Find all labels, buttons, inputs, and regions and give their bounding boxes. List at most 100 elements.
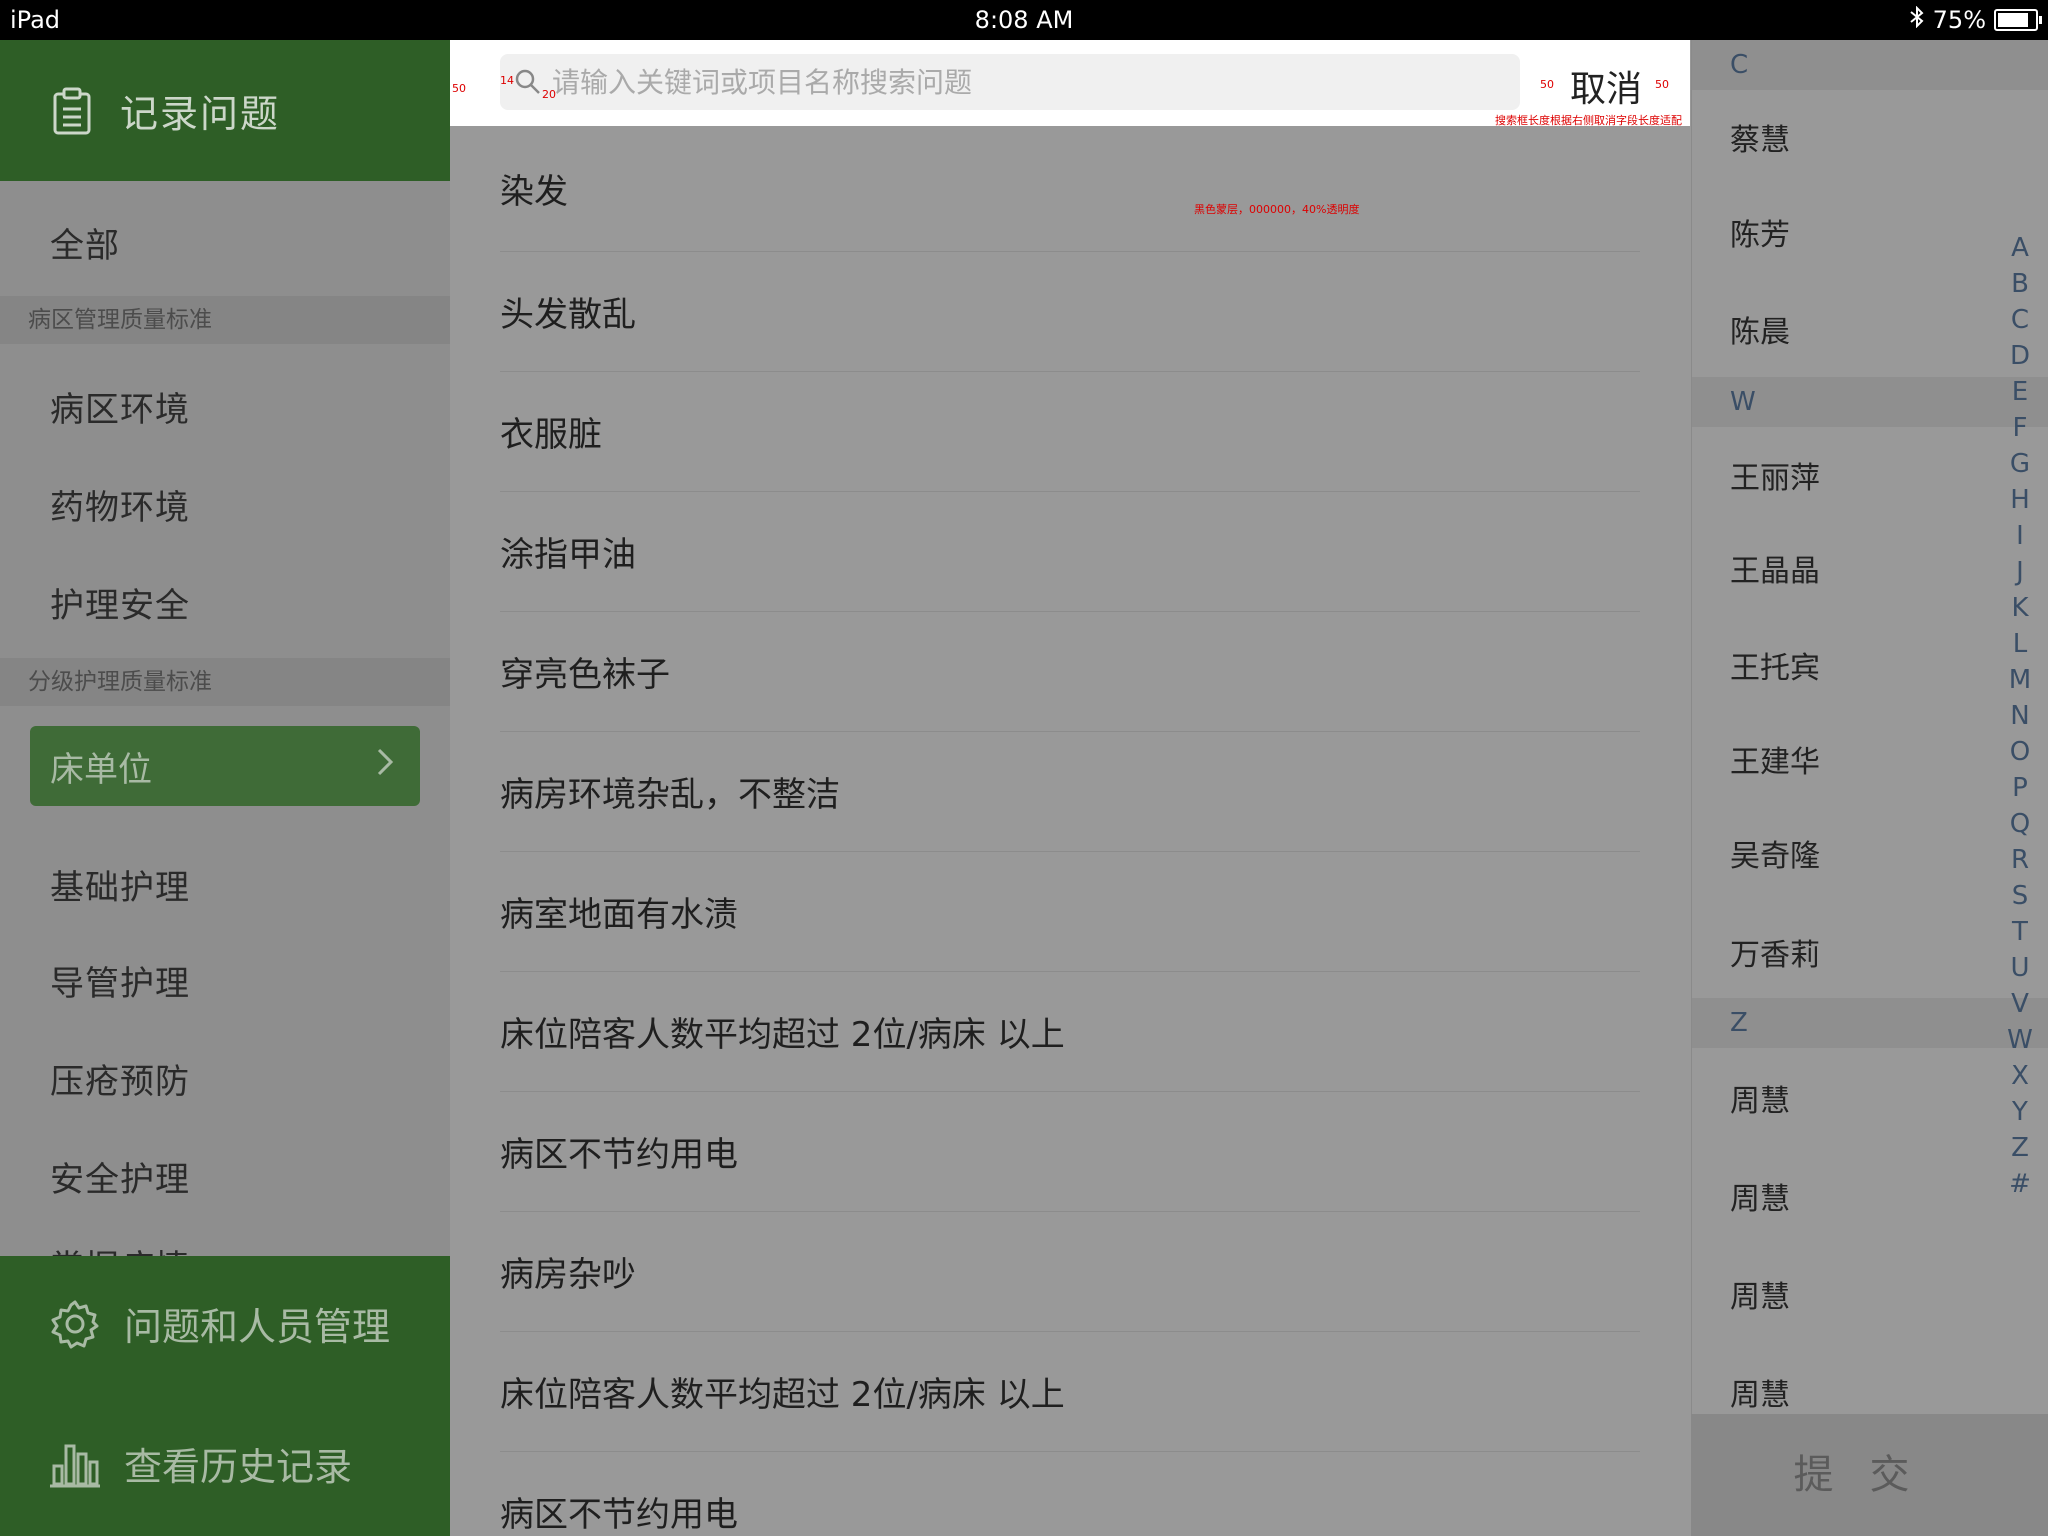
list-item[interactable]: 病区不节约用电: [500, 1092, 1640, 1212]
list-item[interactable]: 病房杂吵: [500, 1212, 1640, 1332]
search-field[interactable]: [500, 54, 1520, 110]
battery-percent: 75%: [1932, 6, 1986, 34]
index-letter[interactable]: A: [2005, 230, 2035, 266]
sidebar-item-basic-nursing[interactable]: 基础护理: [50, 860, 190, 909]
chevron-right-icon: [376, 747, 394, 785]
person-item[interactable]: 王晶晶: [1730, 546, 1820, 590]
annotation-text-spacing: 20: [542, 88, 556, 101]
person-item[interactable]: 陈芳: [1730, 210, 1790, 254]
annotation-field-spacing: 50: [1540, 78, 1554, 91]
person-item[interactable]: 王托宾: [1730, 643, 1820, 687]
list-item[interactable]: 病房环境杂乱，不整洁: [500, 732, 1640, 852]
sidebar-section-ward-management: 病区管理质量标准: [0, 296, 450, 344]
person-item[interactable]: 周慧: [1730, 1076, 1790, 1120]
index-letter[interactable]: D: [2005, 338, 2035, 374]
sidebar-header[interactable]: 记录问题: [0, 40, 450, 181]
index-letter[interactable]: B: [2005, 266, 2035, 302]
manage-button[interactable]: 问题和人员管理: [50, 1296, 390, 1351]
manage-label: 问题和人员管理: [124, 1305, 391, 1349]
index-letter[interactable]: Y: [2005, 1094, 2035, 1130]
sidebar-item-pressure-ulcer[interactable]: 压疮预防: [50, 1054, 190, 1103]
search-icon: [515, 69, 540, 94]
index-letter[interactable]: F: [2005, 410, 2035, 446]
sidebar-item-bed-unit[interactable]: 床单位: [30, 726, 420, 806]
list-item[interactable]: 穿亮色袜子: [500, 612, 1640, 732]
list-item[interactable]: 床位陪客人数平均超过 2位/病床 以上: [500, 1332, 1640, 1452]
index-letter[interactable]: H: [2005, 482, 2035, 518]
history-button[interactable]: 查看历史记录: [50, 1436, 352, 1491]
list-item-label: 病区不节约用电: [500, 1135, 738, 1175]
index-letter[interactable]: I: [2005, 518, 2035, 554]
gear-icon: [51, 1300, 99, 1348]
annotation-right-spacing: 50: [1655, 78, 1669, 91]
bluetooth-icon: [1909, 5, 1925, 34]
person-item[interactable]: 陈晨: [1730, 307, 1790, 351]
index-letter[interactable]: L: [2005, 626, 2035, 662]
index-letter[interactable]: M: [2005, 662, 2035, 698]
sidebar-item-all[interactable]: 全部: [50, 218, 120, 267]
list-item[interactable]: 床位陪客人数平均超过 2位/病床 以上: [500, 972, 1640, 1092]
index-letter[interactable]: J: [2005, 554, 2035, 590]
index-letter[interactable]: Z: [2005, 1130, 2035, 1166]
sidebar-section-graded-nursing: 分级护理质量标准: [0, 658, 450, 706]
person-item[interactable]: 周慧: [1730, 1174, 1790, 1218]
people-panel: C 蔡慧 陈芳 陈晨 W 王丽萍 王晶晶 王托宾 王建华 吴奇隆 万香莉 Z 周…: [1691, 40, 2048, 1414]
list-item-label: 床位陪客人数平均超过 2位/病床 以上: [500, 1015, 1065, 1055]
index-letter[interactable]: U: [2005, 950, 2035, 986]
bar-chart-icon: [50, 1444, 100, 1487]
cancel-button[interactable]: 取消: [1570, 60, 1642, 112]
annotation-icon-spacing: 14: [500, 74, 514, 87]
list-item-label: 病房杂吵: [500, 1255, 636, 1295]
sidebar-title: 记录问题: [120, 92, 281, 136]
index-letter[interactable]: N: [2005, 698, 2035, 734]
index-letter[interactable]: W: [2005, 1022, 2035, 1058]
list-item[interactable]: 病区不节约用电: [500, 1452, 1640, 1536]
person-item[interactable]: 蔡慧: [1730, 115, 1790, 159]
sidebar-item-drug-environment[interactable]: 药物环境: [50, 480, 190, 529]
sidebar-footer: 问题和人员管理 查看历史记录: [0, 1256, 450, 1536]
index-letter[interactable]: R: [2005, 842, 2035, 878]
clipboard-icon: [53, 87, 91, 134]
index-letter[interactable]: X: [2005, 1058, 2035, 1094]
index-letter[interactable]: E: [2005, 374, 2035, 410]
sidebar-item-safety-nursing[interactable]: 安全护理: [50, 1152, 190, 1201]
problem-list: 黑色蒙层，000000，40%透明度 染发 头发散乱 衣服脏 涂指甲油 穿亮色袜…: [450, 126, 1690, 1536]
battery-icon: [1994, 9, 2042, 31]
index-letter[interactable]: C: [2005, 302, 2035, 338]
person-item[interactable]: 周慧: [1730, 1272, 1790, 1316]
people-section-header: C: [1692, 40, 2048, 90]
list-item[interactable]: 染发: [500, 126, 1640, 252]
alphabet-index[interactable]: A B C D E F G H I J K L M N O P Q R S T U V W X Y Z #: [2005, 230, 2035, 1202]
sidebar-item-catheter-nursing[interactable]: 导管护理: [50, 956, 190, 1005]
person-item[interactable]: 王丽萍: [1730, 453, 1820, 497]
sidebar-item-nursing-safety[interactable]: 护理安全: [50, 578, 190, 627]
list-item-label: 头发散乱: [500, 295, 636, 335]
annotation-left-spacing: 50: [452, 82, 466, 95]
index-letter[interactable]: Q: [2005, 806, 2035, 842]
list-item[interactable]: 病室地面有水渍: [500, 852, 1640, 972]
index-letter[interactable]: O: [2005, 734, 2035, 770]
sidebar-item-ward-environment[interactable]: 病区环境: [50, 382, 190, 431]
people-section-header: Z: [1692, 998, 2048, 1048]
list-item-label: 病区不节约用电: [500, 1495, 738, 1535]
index-letter[interactable]: V: [2005, 986, 2035, 1022]
search-input[interactable]: [550, 64, 1454, 100]
clock: 8:08 AM: [974, 6, 1074, 34]
person-item[interactable]: 周慧: [1730, 1370, 1790, 1414]
list-item-label: 病房环境杂乱，不整洁: [500, 775, 840, 815]
index-letter[interactable]: #: [2005, 1166, 2035, 1202]
index-letter[interactable]: T: [2005, 914, 2035, 950]
index-letter[interactable]: G: [2005, 446, 2035, 482]
list-item[interactable]: 衣服脏: [500, 372, 1640, 492]
person-item[interactable]: 万香莉: [1730, 930, 1820, 974]
list-item[interactable]: 涂指甲油: [500, 492, 1640, 612]
search-bar: 取消 50 14 20 50 50 搜索框长度根据右侧取消字段长度适配: [450, 40, 1690, 127]
person-item[interactable]: 吴奇隆: [1730, 831, 1820, 875]
person-item[interactable]: 王建华: [1730, 737, 1820, 781]
submit-button[interactable]: 提交: [1691, 1414, 2048, 1536]
status-bar: iPad 8:08 AM 75%: [0, 0, 2048, 40]
index-letter[interactable]: S: [2005, 878, 2035, 914]
list-item[interactable]: 头发散乱: [500, 252, 1640, 372]
index-letter[interactable]: K: [2005, 590, 2035, 626]
index-letter[interactable]: P: [2005, 770, 2035, 806]
